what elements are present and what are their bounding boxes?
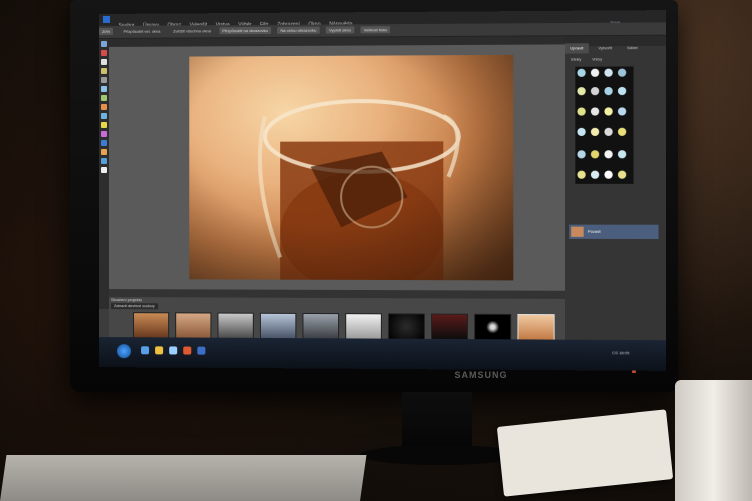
taskbar-app-icon[interactable] <box>197 346 206 355</box>
zoom-all-option[interactable]: Zvětšit všechna okna <box>173 25 211 37</box>
effect-thumbnail[interactable] <box>590 68 600 77</box>
eraser-tool-icon[interactable] <box>100 148 107 155</box>
effect-thumbnail[interactable] <box>617 170 627 179</box>
project-bin: Sloučení projektu Zobrazit otevřené soub… <box>108 297 565 341</box>
effect-thumbnail[interactable] <box>590 170 600 179</box>
effect-thumbnail[interactable] <box>604 127 613 136</box>
effects-grid <box>575 66 634 184</box>
effect-thumbnail[interactable] <box>617 127 627 136</box>
app-icon <box>102 15 110 23</box>
marquee-tool-icon[interactable] <box>100 76 107 83</box>
brush-tool-icon[interactable] <box>100 103 107 110</box>
full-screen-button[interactable]: Na celou obrazovku <box>277 26 320 34</box>
lasso-tool-icon[interactable] <box>100 85 107 92</box>
taskbar-app-icon[interactable] <box>155 346 164 355</box>
monitor-stand <box>402 392 472 452</box>
layer-row[interactable]: Pozadí <box>569 224 659 240</box>
panel-subtabs: Efekty Vrstvy <box>565 47 666 61</box>
effect-thumbnail[interactable] <box>577 150 586 159</box>
taskbar-app-icon[interactable] <box>141 346 150 355</box>
effect-thumbnail[interactable] <box>604 150 613 159</box>
subtab-effects[interactable]: Efekty <box>571 58 581 62</box>
start-button[interactable] <box>117 344 132 359</box>
bucket-tool-icon[interactable] <box>100 157 107 164</box>
effect-thumbnail[interactable] <box>577 107 586 116</box>
effect-thumbnail[interactable] <box>617 68 627 77</box>
effect-thumbnail[interactable] <box>590 150 600 159</box>
effect-thumbnail[interactable] <box>577 68 586 77</box>
bin-thumbnail[interactable] <box>302 312 340 340</box>
effect-thumbnail[interactable] <box>604 68 613 77</box>
monitor-stand-base <box>360 445 520 465</box>
move-tool-icon[interactable] <box>100 40 107 47</box>
subtab-layers[interactable]: Vrstvy <box>592 57 602 61</box>
project-bin-title: Sloučení projektu <box>110 297 142 303</box>
photo-tea-pitcher <box>189 54 514 281</box>
crop-tool-icon[interactable] <box>100 121 107 128</box>
monitor-brand: SAMSUNG <box>454 370 508 380</box>
effect-thumbnail[interactable] <box>590 107 600 116</box>
bin-thumbnail[interactable] <box>217 312 254 339</box>
panel-bin: Upravit Vytvořit Sdílet Efekty Vrstvy Po… <box>564 35 666 341</box>
clone-tool-icon[interactable] <box>100 139 107 146</box>
bin-thumbnail-selected[interactable] <box>517 313 555 341</box>
effect-thumbnail[interactable] <box>577 127 586 137</box>
effect-thumbnail[interactable] <box>590 127 600 136</box>
bin-thumbnail[interactable] <box>259 312 297 340</box>
taskbar-app-icon[interactable] <box>183 346 192 355</box>
healing-tool-icon[interactable] <box>100 130 107 137</box>
system-tray[interactable]: CS 18:05 <box>612 350 629 355</box>
bin-thumbnail[interactable] <box>431 313 468 341</box>
layer-thumbnail <box>571 226 584 237</box>
bin-thumbnail[interactable] <box>388 313 425 340</box>
effect-thumbnail[interactable] <box>604 86 613 96</box>
layer-name: Pozadí <box>587 228 601 234</box>
effect-thumbnail[interactable] <box>604 107 613 116</box>
effect-thumbnail[interactable] <box>604 170 613 179</box>
bin-thumbnail[interactable] <box>345 313 382 340</box>
bin-thumbnail[interactable] <box>175 312 212 339</box>
bin-thumbnail[interactable] <box>474 313 512 341</box>
fit-screen-button[interactable]: Přizpůsobit na obrazovku <box>219 26 271 35</box>
zoom-field[interactable]: 20% <box>99 27 114 35</box>
effect-thumbnail[interactable] <box>577 170 586 179</box>
hand-tool-icon[interactable] <box>100 58 107 65</box>
project-bin-select[interactable]: Zobrazit otevřené soubory <box>110 303 158 310</box>
bin-thumbnail[interactable] <box>133 312 170 339</box>
panel-tabs: Upravit Vytvořit Sdílet <box>564 35 666 54</box>
screen: Soubor Úpravy Obraz Vylepšit Vrstva Výbě… <box>99 10 666 371</box>
taskbar-app-icon[interactable] <box>169 346 178 355</box>
taskbar: CS 18:05 <box>99 337 666 371</box>
eyedropper-tool-icon[interactable] <box>100 67 107 74</box>
zoom-tool-icon[interactable] <box>100 49 107 56</box>
canvas-area <box>108 44 565 291</box>
effect-thumbnail[interactable] <box>617 107 627 116</box>
print-size-button[interactable]: Velikost tisku <box>360 26 391 34</box>
toolbox <box>99 38 109 310</box>
effect-thumbnail[interactable] <box>577 87 586 96</box>
effect-thumbnail[interactable] <box>590 87 600 96</box>
fill-window-button[interactable]: Vyplnit okno <box>325 26 355 34</box>
foreground-color-swatch[interactable] <box>100 166 107 173</box>
effect-thumbnail[interactable] <box>617 150 627 159</box>
keyboard <box>0 455 367 501</box>
effect-thumbnail[interactable] <box>617 86 627 96</box>
text-tool-icon[interactable] <box>100 112 107 119</box>
fit-window-option[interactable]: Přizpůsobit vel. okna <box>123 26 160 38</box>
mug <box>675 380 752 501</box>
magic-wand-tool-icon[interactable] <box>100 94 107 101</box>
open-photo[interactable] <box>189 54 514 281</box>
